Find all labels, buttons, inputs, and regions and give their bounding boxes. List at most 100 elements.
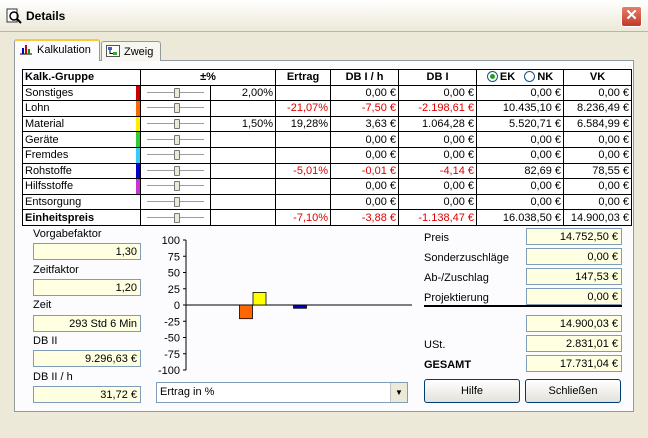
bar-rohstoffe <box>293 304 307 309</box>
db2-field[interactable]: 9.296,63 € <box>33 350 141 367</box>
row-vk: 0,00 € <box>563 131 632 148</box>
row-db1: 0,00 € <box>398 193 478 211</box>
row-ertrag <box>275 146 332 164</box>
row-db1-per-hour: 3,63 € <box>330 115 400 133</box>
row-db1-per-hour: 0,00 € <box>330 131 400 148</box>
row-percent[interactable] <box>210 162 277 180</box>
row-db1: 0,00 € <box>398 178 478 195</box>
table-row: Rohstoffe -5,01% -0,01 € -4,14 €82,69 €78,5… <box>21 162 632 180</box>
close-window-button[interactable]: ✕ <box>621 6 642 27</box>
row-percent[interactable]: 1,50% <box>210 115 277 133</box>
close-button[interactable]: Schließen <box>525 379 621 403</box>
projektierung-field[interactable]: 0,00 € <box>526 288 622 305</box>
row-ek: 0,00 € <box>476 193 565 211</box>
chevron-down-icon[interactable]: ▼ <box>390 383 407 402</box>
row-percent-slider[interactable] <box>140 178 212 195</box>
row-percent-slider[interactable] <box>140 146 212 164</box>
row-group-name: Geräte <box>21 131 136 148</box>
row-percent[interactable] <box>210 193 277 211</box>
ek-label: EK <box>499 71 516 84</box>
y-tick-label: -100 <box>158 365 180 377</box>
row-db1: 0,00 € <box>398 146 478 164</box>
table-row: Entsorgung 0,00 €0,00 €0,00 €0,00 € <box>21 193 632 211</box>
row-percent[interactable]: 2,00% <box>210 84 277 102</box>
ertrag-bar-chart: 100 75 50 25 0 -25 -50 -75 -100 <box>158 235 412 377</box>
sonderzuschlaege-field[interactable]: 0,00 € <box>526 248 622 265</box>
row-ertrag <box>275 193 332 211</box>
tab-zweig[interactable]: Zweig <box>101 41 161 61</box>
row-db1: 0,00 € <box>398 84 478 102</box>
sonderzuschlaege-label: Sonderzuschläge <box>424 252 510 264</box>
title-bar: Details ✕ <box>0 0 648 32</box>
row-db1: -2.198,61 € <box>398 100 478 117</box>
y-tick-label: -75 <box>164 349 180 361</box>
row-ek: 0,00 € <box>476 84 565 102</box>
row-group-name: Entsorgung <box>21 193 136 211</box>
header-db1: DB I <box>398 69 478 86</box>
preis-label: Preis <box>424 232 450 244</box>
table-row: Geräte 0,00 €0,00 €0,00 €0,00 € <box>21 131 632 148</box>
tab-kalkulation[interactable]: Kalkulation <box>14 39 100 61</box>
tab-label: Kalkulation <box>37 44 91 56</box>
projektierung-label: Projektierung <box>424 292 489 304</box>
row-percent[interactable] <box>210 100 277 117</box>
row-db1-per-hour: 0,00 € <box>330 84 400 102</box>
row-percent[interactable] <box>210 209 277 226</box>
row-vk: 0,00 € <box>563 178 632 195</box>
row-percent-slider[interactable] <box>140 209 212 226</box>
row-db1-per-hour: -7,50 € <box>330 100 400 117</box>
preis-field[interactable]: 14.752,50 € <box>526 228 622 245</box>
vorgabefaktor-field[interactable]: 1,30 <box>33 243 141 260</box>
table-row: Lohn -21,07% -7,50 € -2.198,61 €10.435,10 €… <box>21 100 632 117</box>
chart-metric-select[interactable]: Ertrag in % ▼ <box>156 382 408 403</box>
zeit-field[interactable]: 293 Std 6 Min <box>33 315 141 332</box>
row-percent-slider[interactable] <box>140 193 212 211</box>
row-percent[interactable] <box>210 146 277 164</box>
row-vk: 0,00 € <box>563 84 632 102</box>
row-ek: 0,00 € <box>476 178 565 195</box>
netto-field: 14.900,03 € <box>526 315 622 332</box>
active-tab-indicator <box>15 39 99 41</box>
table-row: Hilfsstoffe 0,00 €0,00 €0,00 €0,00 € <box>21 178 632 195</box>
row-percent-slider[interactable] <box>140 84 212 102</box>
table-row: Material 1,50% 19,28% 3,63 €1.064,28 €5.520… <box>21 115 632 133</box>
row-group-name: Sonstiges <box>21 84 136 102</box>
row-percent-slider[interactable] <box>140 162 212 180</box>
y-tick-label: 75 <box>168 251 180 263</box>
row-group-name: Rohstoffe <box>21 162 136 180</box>
row-group-name: Material <box>21 115 136 133</box>
row-ek: 16.038,50 € <box>476 209 565 226</box>
zeitfaktor-label: Zeitfaktor <box>33 264 79 276</box>
header-group: Kalk.-Gruppe <box>21 69 142 86</box>
nk-radio[interactable] <box>524 71 536 83</box>
row-percent-slider[interactable] <box>140 100 212 117</box>
row-ek: 0,00 € <box>476 131 565 148</box>
zeit-label: Zeit <box>33 299 52 311</box>
row-ertrag <box>275 131 332 148</box>
ek-radio[interactable] <box>486 71 498 83</box>
row-percent-slider[interactable] <box>140 115 212 133</box>
db2-per-hour-field[interactable]: 31,72 € <box>33 386 141 403</box>
row-percent[interactable] <box>210 178 277 195</box>
row-db1-per-hour: 0,00 € <box>330 146 400 164</box>
zeitfaktor-field[interactable]: 1,20 <box>33 279 141 296</box>
y-tick-label: 50 <box>168 268 180 280</box>
row-ek: 10.435,10 € <box>476 100 565 117</box>
row-db1-per-hour: -0,01 € <box>330 162 400 180</box>
row-db1: 1.064,28 € <box>398 115 478 133</box>
chart-metric-value: Ertrag in % <box>160 386 215 398</box>
row-ek: 5.520,71 € <box>476 115 565 133</box>
y-tick-label: 100 <box>162 235 180 247</box>
row-percent[interactable] <box>210 131 277 148</box>
row-db1: 0,00 € <box>398 131 478 148</box>
table-row: Fremdes 0,00 €0,00 €0,00 €0,00 € <box>21 146 632 164</box>
row-ertrag: 19,28% <box>275 115 332 133</box>
gesamt-label: GESAMT <box>424 359 472 371</box>
row-percent-slider[interactable] <box>140 131 212 148</box>
vorgabefaktor-label: Vorgabefaktor <box>33 228 102 240</box>
window-title: Details <box>26 9 66 23</box>
help-button[interactable]: Hilfe <box>424 379 520 403</box>
ust-label: USt. <box>424 339 446 351</box>
gesamt-field: 17.731,04 € <box>526 355 622 372</box>
ab-zuschlag-field[interactable]: 147,53 € <box>526 268 622 285</box>
